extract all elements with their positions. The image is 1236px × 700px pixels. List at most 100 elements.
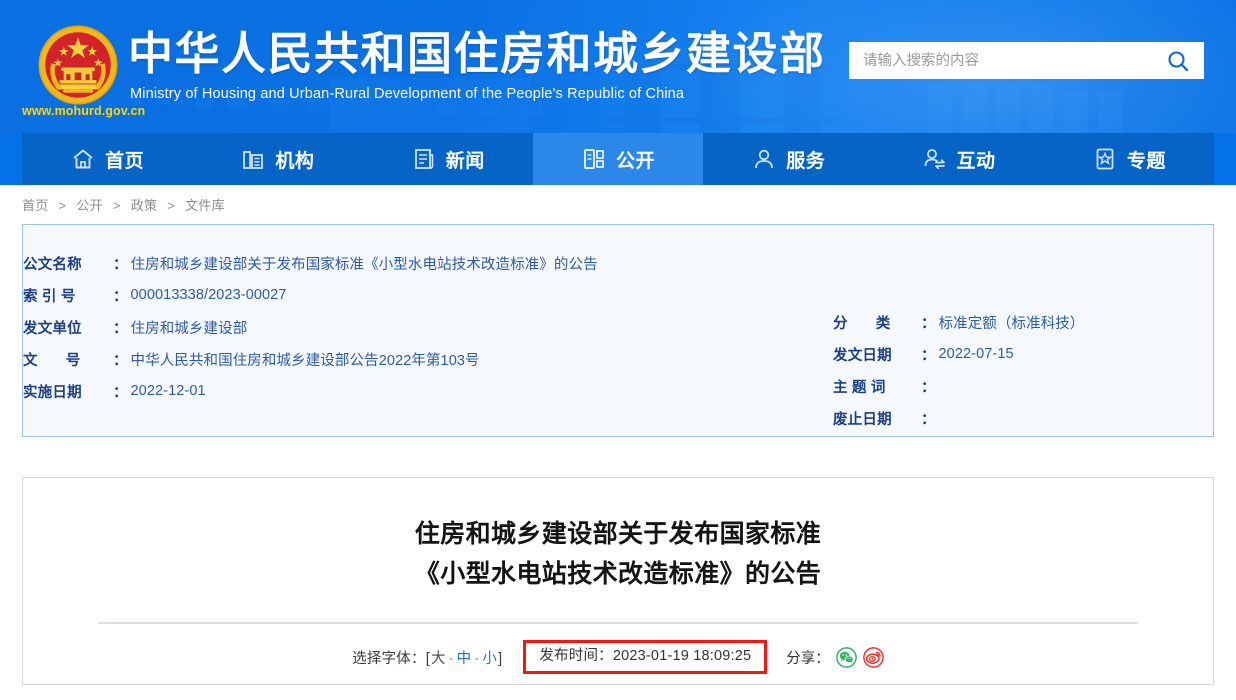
article-panel: 住房和城乡建设部关于发布国家标准 《小型水电站技术改造标准》的公告 选择字体：[… <box>22 477 1214 685</box>
metadata-value: 000013338/2023-00027 <box>130 287 287 303</box>
search-button[interactable] <box>1152 42 1204 79</box>
metadata-label-head: 文 <box>23 352 38 369</box>
nav-label: 公开 <box>615 150 655 172</box>
document-icon <box>411 146 437 172</box>
breadcrumb: 首页 > 公开 > 政策 > 文件库 <box>0 195 225 214</box>
nav-item-service[interactable]: 服务 <box>703 133 873 185</box>
share-label: 分享： <box>786 650 830 667</box>
breadcrumb-separator: > <box>167 198 176 213</box>
nav-item-organization[interactable]: 机构 <box>192 133 362 185</box>
metadata-label: 主 题 词 <box>833 379 886 396</box>
metadata-colon: ： <box>113 352 128 369</box>
nav-item-interaction[interactable]: 互动 <box>873 133 1043 185</box>
publish-time-highlight: 发布时间：2023-01-19 18:09:25 <box>523 640 768 674</box>
article-title: 住房和城乡建设部关于发布国家标准 《小型水电站技术改造标准》的公告 <box>23 514 1213 594</box>
building-icon <box>240 146 266 172</box>
breadcrumb-bar: 首页 > 公开 > 政策 > 文件库 <box>0 185 1236 224</box>
metadata-row-document-number: 文号 ： 中华人民共和国住房和城乡建设部公告2022年第103号 <box>23 343 723 375</box>
wechat-icon[interactable] <box>835 646 857 668</box>
open-folder-icon <box>581 146 607 172</box>
publish-time-value: 2023-01-19 18:09:25 <box>612 648 752 664</box>
article-divider <box>98 622 1138 624</box>
metadata-label: 分类 <box>833 312 921 333</box>
metadata-label: 文号 <box>23 349 113 370</box>
metadata-label: 废止日期 <box>833 411 892 428</box>
share-section: 分享： <box>786 646 884 668</box>
breadcrumb-separator: > <box>112 198 121 213</box>
nav-label: 新闻 <box>445 150 485 172</box>
nav-label: 首页 <box>105 150 145 172</box>
nav-item-topics[interactable]: 专题 <box>1044 133 1214 185</box>
home-icon <box>70 146 96 172</box>
metadata-colon: ： <box>113 320 128 337</box>
metadata-label: 发文日期 <box>833 347 892 364</box>
metadata-left-column: 公文名称 ： 住房和城乡建设部关于发布国家标准《小型水电站技术改造标准》的公告 … <box>23 247 723 407</box>
metadata-label: 公文名称 <box>23 256 82 273</box>
font-size-large-button[interactable]: 大 <box>431 651 446 667</box>
metadata-value: 住房和城乡建设部关于发布国家标准《小型水电站技术改造标准》的公告 <box>130 256 598 273</box>
publish-time-label: 发布时间： <box>539 648 613 664</box>
site-title-cn: 中华人民共和国住房和城乡建设部 <box>128 28 826 79</box>
metadata-row-implementation-date: 实施日期 ： 2022-12-01 <box>23 375 723 407</box>
metadata-row-category: 分类 ： 标准定额（标准科技） <box>833 306 1213 338</box>
metadata-colon: ： <box>921 411 936 428</box>
metadata-value: 住房和城乡建设部 <box>130 320 248 337</box>
main-navigation-bar: 首页 机构 新闻 公开 服务 互动 专题 <box>0 133 1236 185</box>
bracket-open: [ <box>425 650 430 667</box>
breadcrumb-item-home[interactable]: 首页 <box>22 198 49 213</box>
nav-item-open[interactable]: 公开 <box>532 133 704 185</box>
metadata-label-tail: 号 <box>65 352 81 369</box>
metadata-row-subject-terms: 主 题 词 ： <box>833 370 1213 402</box>
metadata-value: 标准定额（标准科技） <box>938 315 1085 332</box>
nav-label: 互动 <box>956 150 996 172</box>
font-size-small-button[interactable]: 小 <box>482 651 497 667</box>
metadata-label: 实施日期 <box>23 384 82 401</box>
national-emblem <box>38 25 118 105</box>
font-size-selector: 选择字体：[大 - 中 - 小] <box>352 647 502 668</box>
font-size-medium-button[interactable]: 中 <box>457 651 472 667</box>
breadcrumb-item-open[interactable]: 公开 <box>76 198 103 213</box>
search-box[interactable] <box>849 42 1204 79</box>
nav-label: 专题 <box>1126 150 1166 172</box>
metadata-value: 2022-12-01 <box>130 383 206 399</box>
breadcrumb-separator: > <box>58 198 67 213</box>
metadata-label: 索 引 号 <box>23 288 76 305</box>
person-icon <box>751 146 777 172</box>
metadata-colon: ： <box>113 256 128 273</box>
main-navigation: 首页 机构 新闻 公开 服务 互动 专题 <box>22 133 1214 185</box>
metadata-label-head: 分 <box>833 315 848 332</box>
metadata-row-index-number: 索 引 号 ： 000013338/2023-00027 <box>23 279 723 311</box>
site-title-en: Ministry of Housing and Urban-Rural Deve… <box>130 86 685 102</box>
metadata-colon: ： <box>921 315 936 332</box>
nav-item-home[interactable]: 首页 <box>22 133 192 185</box>
dash-separator: - <box>474 650 480 667</box>
metadata-row-abolish-date: 废止日期 ： <box>833 402 1213 434</box>
metadata-row-issuing-unit: 发文单位 ： 住房和城乡建设部 <box>23 311 723 343</box>
interaction-icon <box>922 146 948 172</box>
metadata-colon: ： <box>113 288 128 305</box>
search-input[interactable] <box>849 42 1152 79</box>
article-title-line1: 住房和城乡建设部关于发布国家标准 <box>414 520 822 548</box>
site-header: www.mohurd.gov.cn 中华人民共和国住房和城乡建设部 Minist… <box>0 0 1236 133</box>
breadcrumb-item-policy[interactable]: 政策 <box>131 198 158 213</box>
metadata-value: 2022-07-15 <box>938 346 1014 362</box>
bracket-close: ] <box>498 650 503 667</box>
nav-label: 机构 <box>275 150 315 172</box>
site-url: www.mohurd.gov.cn <box>22 104 146 118</box>
metadata-row-document-name: 公文名称 ： 住房和城乡建设部关于发布国家标准《小型水电站技术改造标准》的公告 <box>23 247 723 279</box>
article-toolbar: 选择字体：[大 - 中 - 小] 发布时间：2023-01-19 18:09:25 分享… <box>23 640 1213 674</box>
metadata-colon: ： <box>921 379 936 396</box>
metadata-label-tail: 类 <box>875 315 891 332</box>
star-badge-icon <box>1092 146 1118 172</box>
article-title-line2: 《小型水电站技术改造标准》的公告 <box>414 560 822 588</box>
nav-item-news[interactable]: 新闻 <box>363 133 533 185</box>
breadcrumb-item-filelibrary[interactable]: 文件库 <box>185 198 225 213</box>
dash-separator: - <box>448 650 454 667</box>
metadata-value: 中华人民共和国住房和城乡建设部公告2022年第103号 <box>130 352 480 369</box>
weibo-icon[interactable] <box>862 646 884 668</box>
metadata-colon: ： <box>113 384 128 401</box>
metadata-row-issue-date: 发文日期 ： 2022-07-15 <box>833 338 1213 370</box>
metadata-right-column: 分类 ： 标准定额（标准科技） 发文日期 ： 2022-07-15 主 题 词 … <box>833 306 1213 434</box>
font-size-label: 选择字体： <box>352 650 426 667</box>
document-metadata-panel: 公文名称 ： 住房和城乡建设部关于发布国家标准《小型水电站技术改造标准》的公告 … <box>22 224 1214 437</box>
